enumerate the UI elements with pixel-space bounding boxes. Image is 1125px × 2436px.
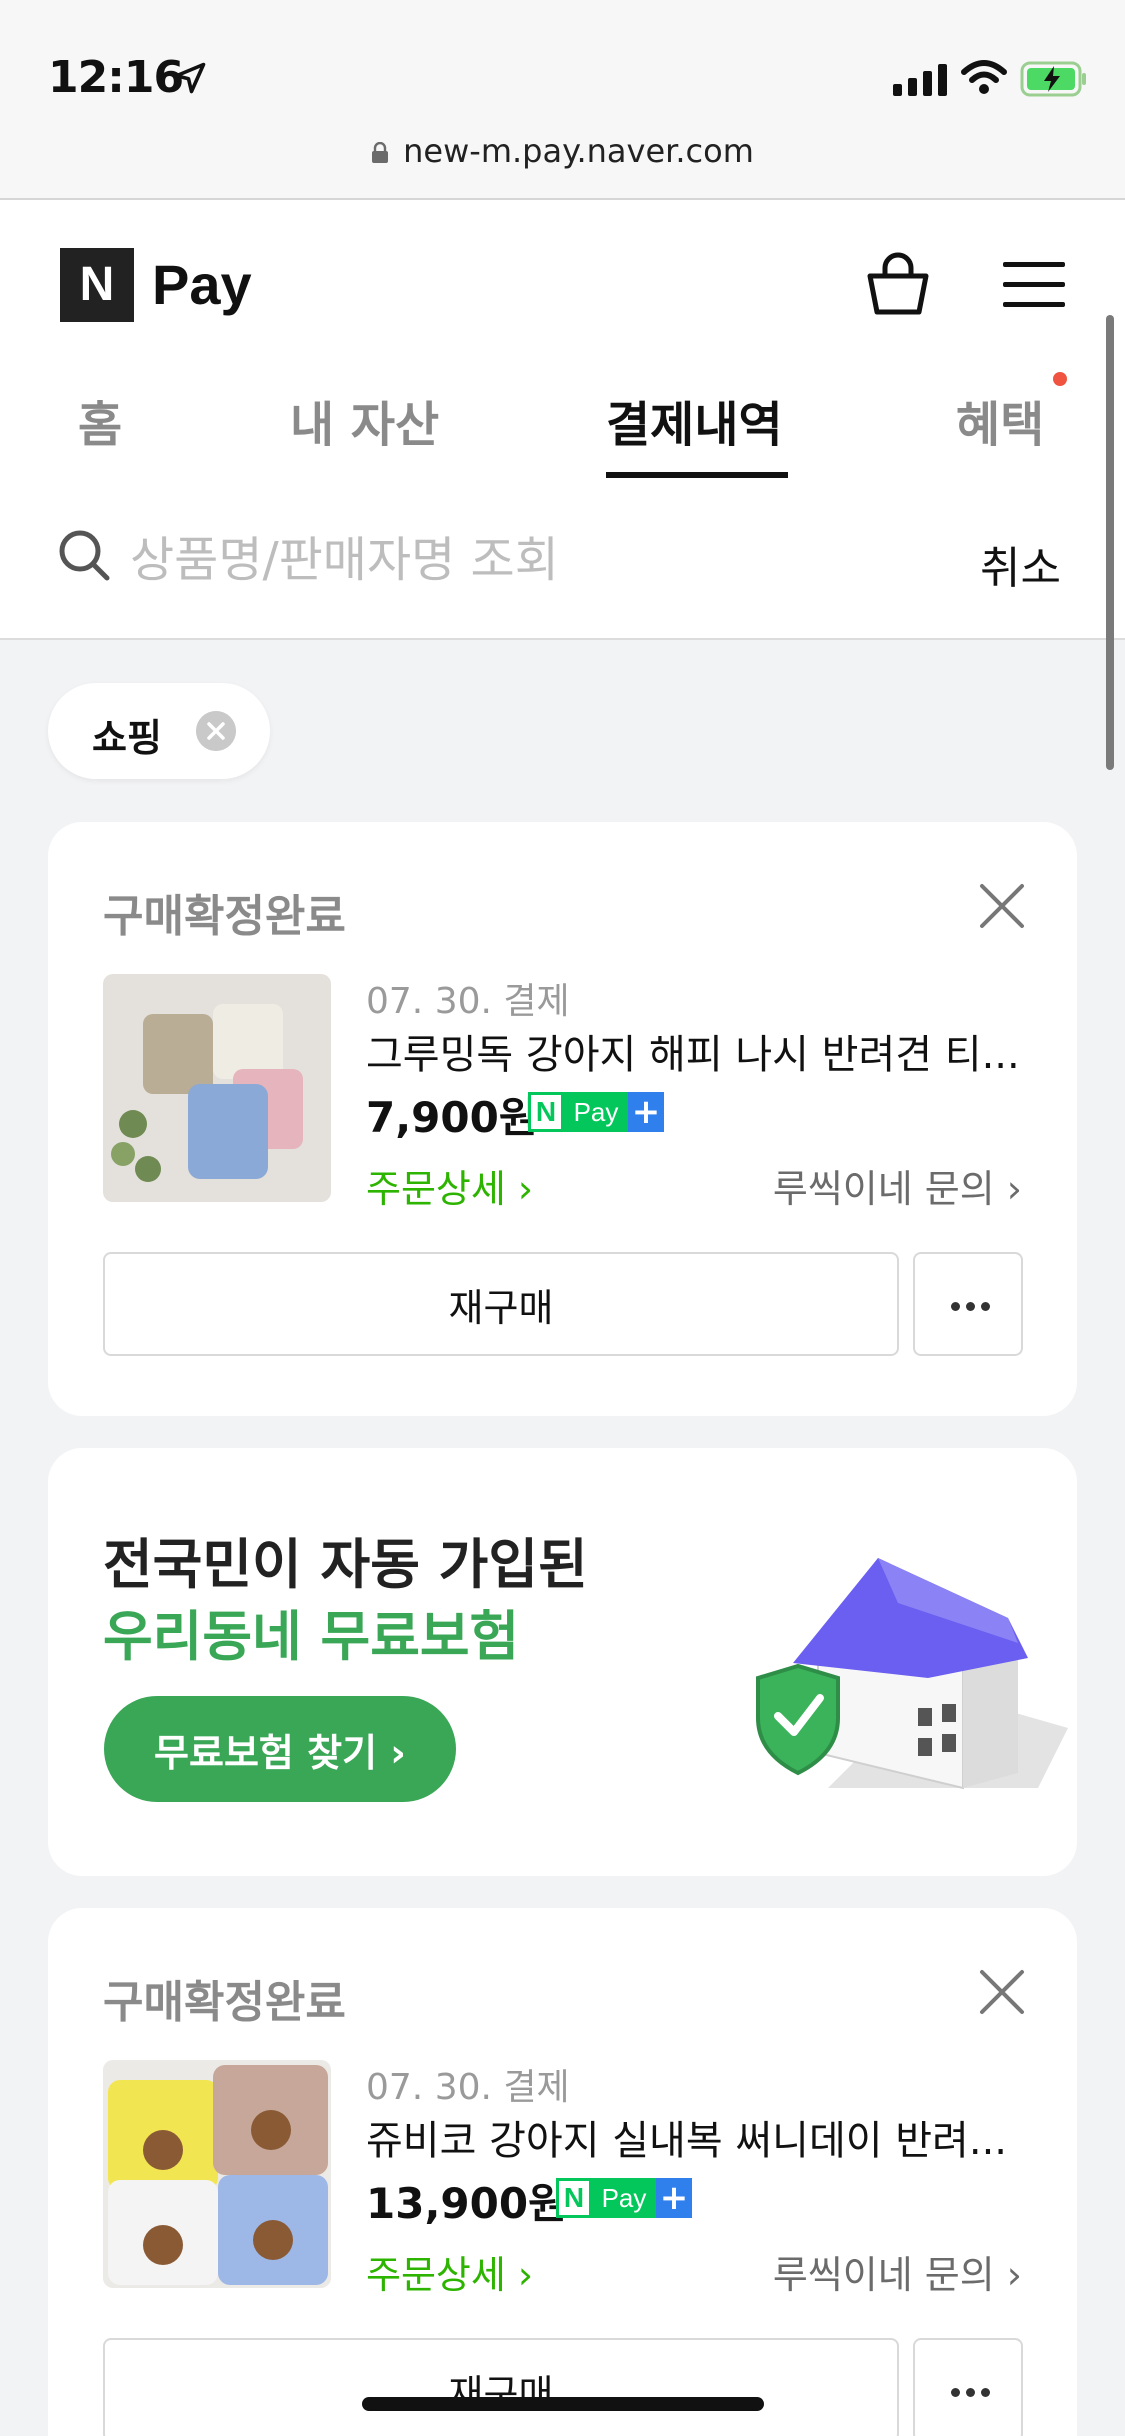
- app-header: N Pay 홈 내 자산 결제내역 혜택 취소: [0, 200, 1125, 640]
- npay-badge-mark: N: [556, 2178, 592, 2218]
- order-detail-link[interactable]: 주문상세 ›: [366, 1158, 533, 1213]
- npay-plus-badge: N Pay +: [556, 2178, 692, 2218]
- banner-headline: 전국민이 자동 가입된: [103, 1533, 588, 1596]
- product-price: 7,900원: [366, 1093, 538, 1142]
- order-status: 구매확정완료: [103, 891, 346, 942]
- battery-charging-icon: [1020, 61, 1086, 97]
- payment-date: 07. 30. 결제: [366, 981, 570, 1022]
- more-options-button[interactable]: [913, 1252, 1023, 1356]
- status-time: 12:16: [48, 52, 184, 103]
- scrollbar[interactable]: [1106, 315, 1114, 770]
- npay-badge-plus: +: [628, 1092, 664, 1132]
- rebuy-button[interactable]: 재구매: [103, 1252, 899, 1356]
- hamburger-menu-icon[interactable]: [1003, 260, 1065, 310]
- tab-bar: 홈 내 자산 결제내역 혜택: [0, 375, 1125, 480]
- tab-my-assets[interactable]: 내 자산: [290, 385, 439, 455]
- product-name[interactable]: 그루밍독 강아지 해피 나시 반려견 티...: [366, 1022, 1038, 1080]
- payment-date: 07. 30. 결제: [366, 2067, 570, 2108]
- tab-home[interactable]: 홈: [78, 385, 122, 455]
- order-card: 구매확정완료 07. 30. 결제 그루밍독 강아지 해피 나시 반려견 티..…: [48, 822, 1077, 1416]
- seller-inquiry-link[interactable]: 루씩이네 문의 ›: [773, 1158, 1022, 1213]
- order-status: 구매확정완료: [103, 1977, 346, 2028]
- active-tab-indicator: [606, 472, 788, 478]
- lock-icon: [372, 142, 389, 163]
- close-icon[interactable]: [978, 882, 1026, 930]
- house-shield-illustration: [756, 1558, 1068, 1790]
- notification-dot: [1053, 372, 1067, 386]
- product-thumbnail[interactable]: [103, 974, 331, 1202]
- npay-badge-mark: N: [528, 1092, 564, 1132]
- shopping-bag-icon[interactable]: [862, 248, 934, 320]
- insurance-banner[interactable]: 전국민이 자동 가입된 우리동네 무료보험 무료보험 찾기 ›: [48, 1448, 1077, 1876]
- more-options-button[interactable]: [913, 2338, 1023, 2436]
- remove-filter-icon[interactable]: [196, 711, 236, 751]
- npay-plus-badge: N Pay +: [528, 1092, 664, 1132]
- tab-benefits[interactable]: 혜택: [956, 385, 1044, 455]
- order-card: 구매확정완료 07. 30. 결제 쥬비코 강아지 실내복 써니데이 반려...…: [48, 1908, 1077, 2436]
- location-arrow-icon: [174, 62, 206, 94]
- close-icon[interactable]: [978, 1968, 1026, 2016]
- product-thumbnail[interactable]: [103, 2060, 331, 2288]
- find-free-insurance-button[interactable]: 무료보험 찾기 ›: [104, 1696, 456, 1802]
- filter-chip-label: 쇼핑: [92, 716, 162, 760]
- browser-url-bar[interactable]: new-m.pay.naver.com: [0, 132, 1125, 170]
- product-image-dog-shirts: [103, 2060, 331, 2288]
- url-text: new-m.pay.naver.com: [403, 132, 754, 170]
- wifi-icon: [961, 60, 1007, 94]
- npay-badge-text: Pay: [592, 2178, 656, 2218]
- npay-logo-text[interactable]: Pay: [152, 252, 252, 317]
- home-indicator[interactable]: [362, 2397, 764, 2411]
- npay-logo-mark[interactable]: N: [60, 248, 134, 322]
- divider: [0, 638, 1125, 640]
- seller-inquiry-link[interactable]: 루씩이네 문의 ›: [773, 2244, 1022, 2299]
- order-detail-link[interactable]: 주문상세 ›: [366, 2244, 533, 2299]
- cancel-search-button[interactable]: 취소: [980, 532, 1061, 596]
- npay-badge-text: Pay: [564, 1092, 628, 1132]
- banner-subheadline: 우리동네 무료보험: [103, 1605, 520, 1668]
- npay-badge-plus: +: [656, 2178, 692, 2218]
- tab-payment-history[interactable]: 결제내역: [606, 385, 783, 455]
- product-image-dog-tank-tops: [103, 974, 331, 1202]
- status-bar: 12:16 new-m.pay.naver.com: [0, 0, 1125, 200]
- search-icon: [59, 530, 110, 581]
- product-price: 13,900원: [366, 2179, 567, 2228]
- filter-chip-shopping[interactable]: 쇼핑: [48, 683, 270, 779]
- product-name[interactable]: 쥬비코 강아지 실내복 써니데이 반려...: [366, 2108, 1038, 2166]
- search-input[interactable]: [130, 525, 930, 595]
- rebuy-button[interactable]: 재구매: [103, 2338, 899, 2436]
- cellular-signal-icon: [893, 64, 947, 96]
